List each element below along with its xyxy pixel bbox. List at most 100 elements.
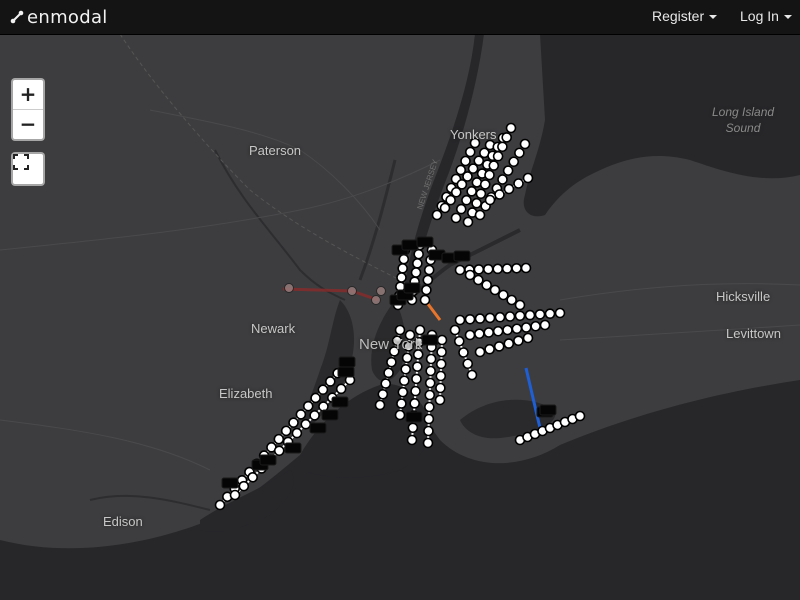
station-dot (494, 189, 505, 200)
station-dot (522, 172, 534, 184)
station-dot (445, 194, 456, 206)
station-dot (484, 312, 496, 324)
login-dropdown[interactable]: Log In (740, 0, 792, 34)
station-dot (461, 194, 472, 206)
station-dot (492, 263, 504, 275)
station-dot (519, 138, 531, 150)
station-dot (481, 279, 492, 291)
station-dot (295, 409, 307, 420)
fullscreen-icon (13, 154, 29, 170)
map-canvas[interactable]: NEW JERSEY Yonkers Paterson Newark Eliza… (0, 34, 800, 600)
station-dot (493, 341, 505, 352)
station-dot (273, 445, 285, 457)
station-dot (396, 398, 407, 409)
station-dot (514, 147, 525, 159)
station-dot (530, 320, 541, 332)
transfer-marker (539, 404, 557, 416)
station-dot (497, 174, 508, 185)
station-dot (474, 209, 486, 221)
station-dot (410, 385, 421, 397)
station-dot (424, 389, 436, 401)
zoom-out-button[interactable]: − (13, 109, 43, 139)
station-dot (449, 324, 461, 336)
station-dot (414, 324, 426, 336)
station-dot (554, 307, 566, 319)
station-dot (324, 376, 336, 387)
station-dot (347, 286, 357, 296)
station-dot (473, 155, 485, 167)
station-dot (464, 146, 476, 158)
station-dot (458, 347, 469, 358)
station-dot (462, 171, 473, 182)
station-dot (421, 284, 432, 296)
transfer-marker (405, 411, 423, 423)
station-dot (454, 264, 466, 276)
station-dot (309, 410, 320, 421)
station-dot (450, 186, 462, 198)
station-dot (488, 160, 500, 171)
station-dot (501, 263, 513, 274)
station-dot (410, 267, 422, 278)
transfer-marker (416, 236, 434, 248)
station-dot (317, 384, 329, 396)
transfer-marker (259, 454, 277, 466)
label-long-island-sound: Long Island Sound (712, 104, 774, 136)
station-dot (479, 179, 491, 190)
station-dot (464, 313, 476, 325)
station-dot (462, 216, 474, 228)
station-dot (436, 334, 448, 346)
station-dot (413, 248, 424, 260)
station-dot (407, 422, 419, 434)
transfer-marker (309, 422, 327, 434)
station-dot (394, 409, 406, 421)
station-dot (229, 489, 241, 501)
register-dropdown[interactable]: Register (652, 0, 718, 34)
station-dot (450, 212, 462, 224)
register-label: Register (652, 8, 705, 24)
station-dot (422, 437, 434, 449)
station-dot (504, 311, 516, 322)
transfer-marker (403, 282, 421, 294)
station-dot (501, 132, 513, 143)
station-dot (520, 262, 532, 274)
transfer-marker (337, 366, 355, 378)
brand-logo[interactable]: enmodal (10, 6, 108, 28)
station-dot (238, 480, 250, 492)
station-dot (508, 156, 520, 168)
fullscreen-button[interactable] (11, 152, 45, 186)
transfer-marker (338, 356, 356, 368)
transfer-marker (401, 239, 419, 251)
station-dot (502, 324, 513, 336)
station-dot (423, 264, 435, 276)
station-dot (284, 283, 294, 293)
station-dot (273, 433, 285, 445)
station-dot (396, 272, 407, 283)
station-dot (431, 209, 443, 221)
station-dot (419, 294, 431, 306)
transfer-marker (331, 396, 349, 408)
station-dot (436, 346, 447, 358)
station-dot (434, 394, 446, 406)
transfer-marker (421, 334, 439, 346)
label-yonkers: Yonkers (450, 127, 497, 142)
station-dot (394, 324, 406, 336)
station-dot (474, 346, 486, 358)
enmodal-logo-icon (10, 10, 24, 24)
zoom-in-button[interactable]: + (13, 80, 43, 109)
station-dot (425, 365, 436, 377)
station-dot (574, 410, 586, 422)
station-dot (406, 434, 418, 446)
label-levittown: Levittown (726, 326, 781, 341)
caret-down-icon (783, 15, 792, 20)
station-dot (544, 308, 556, 320)
station-dot (383, 367, 394, 379)
station-dot (214, 499, 226, 511)
station-dot (505, 122, 517, 134)
station-dot (502, 165, 514, 176)
station-dot (511, 262, 522, 274)
station-dot (484, 169, 495, 181)
station-dot (409, 398, 420, 409)
station-dot (453, 335, 465, 347)
station-dot (310, 392, 321, 404)
station-dot (534, 309, 546, 320)
